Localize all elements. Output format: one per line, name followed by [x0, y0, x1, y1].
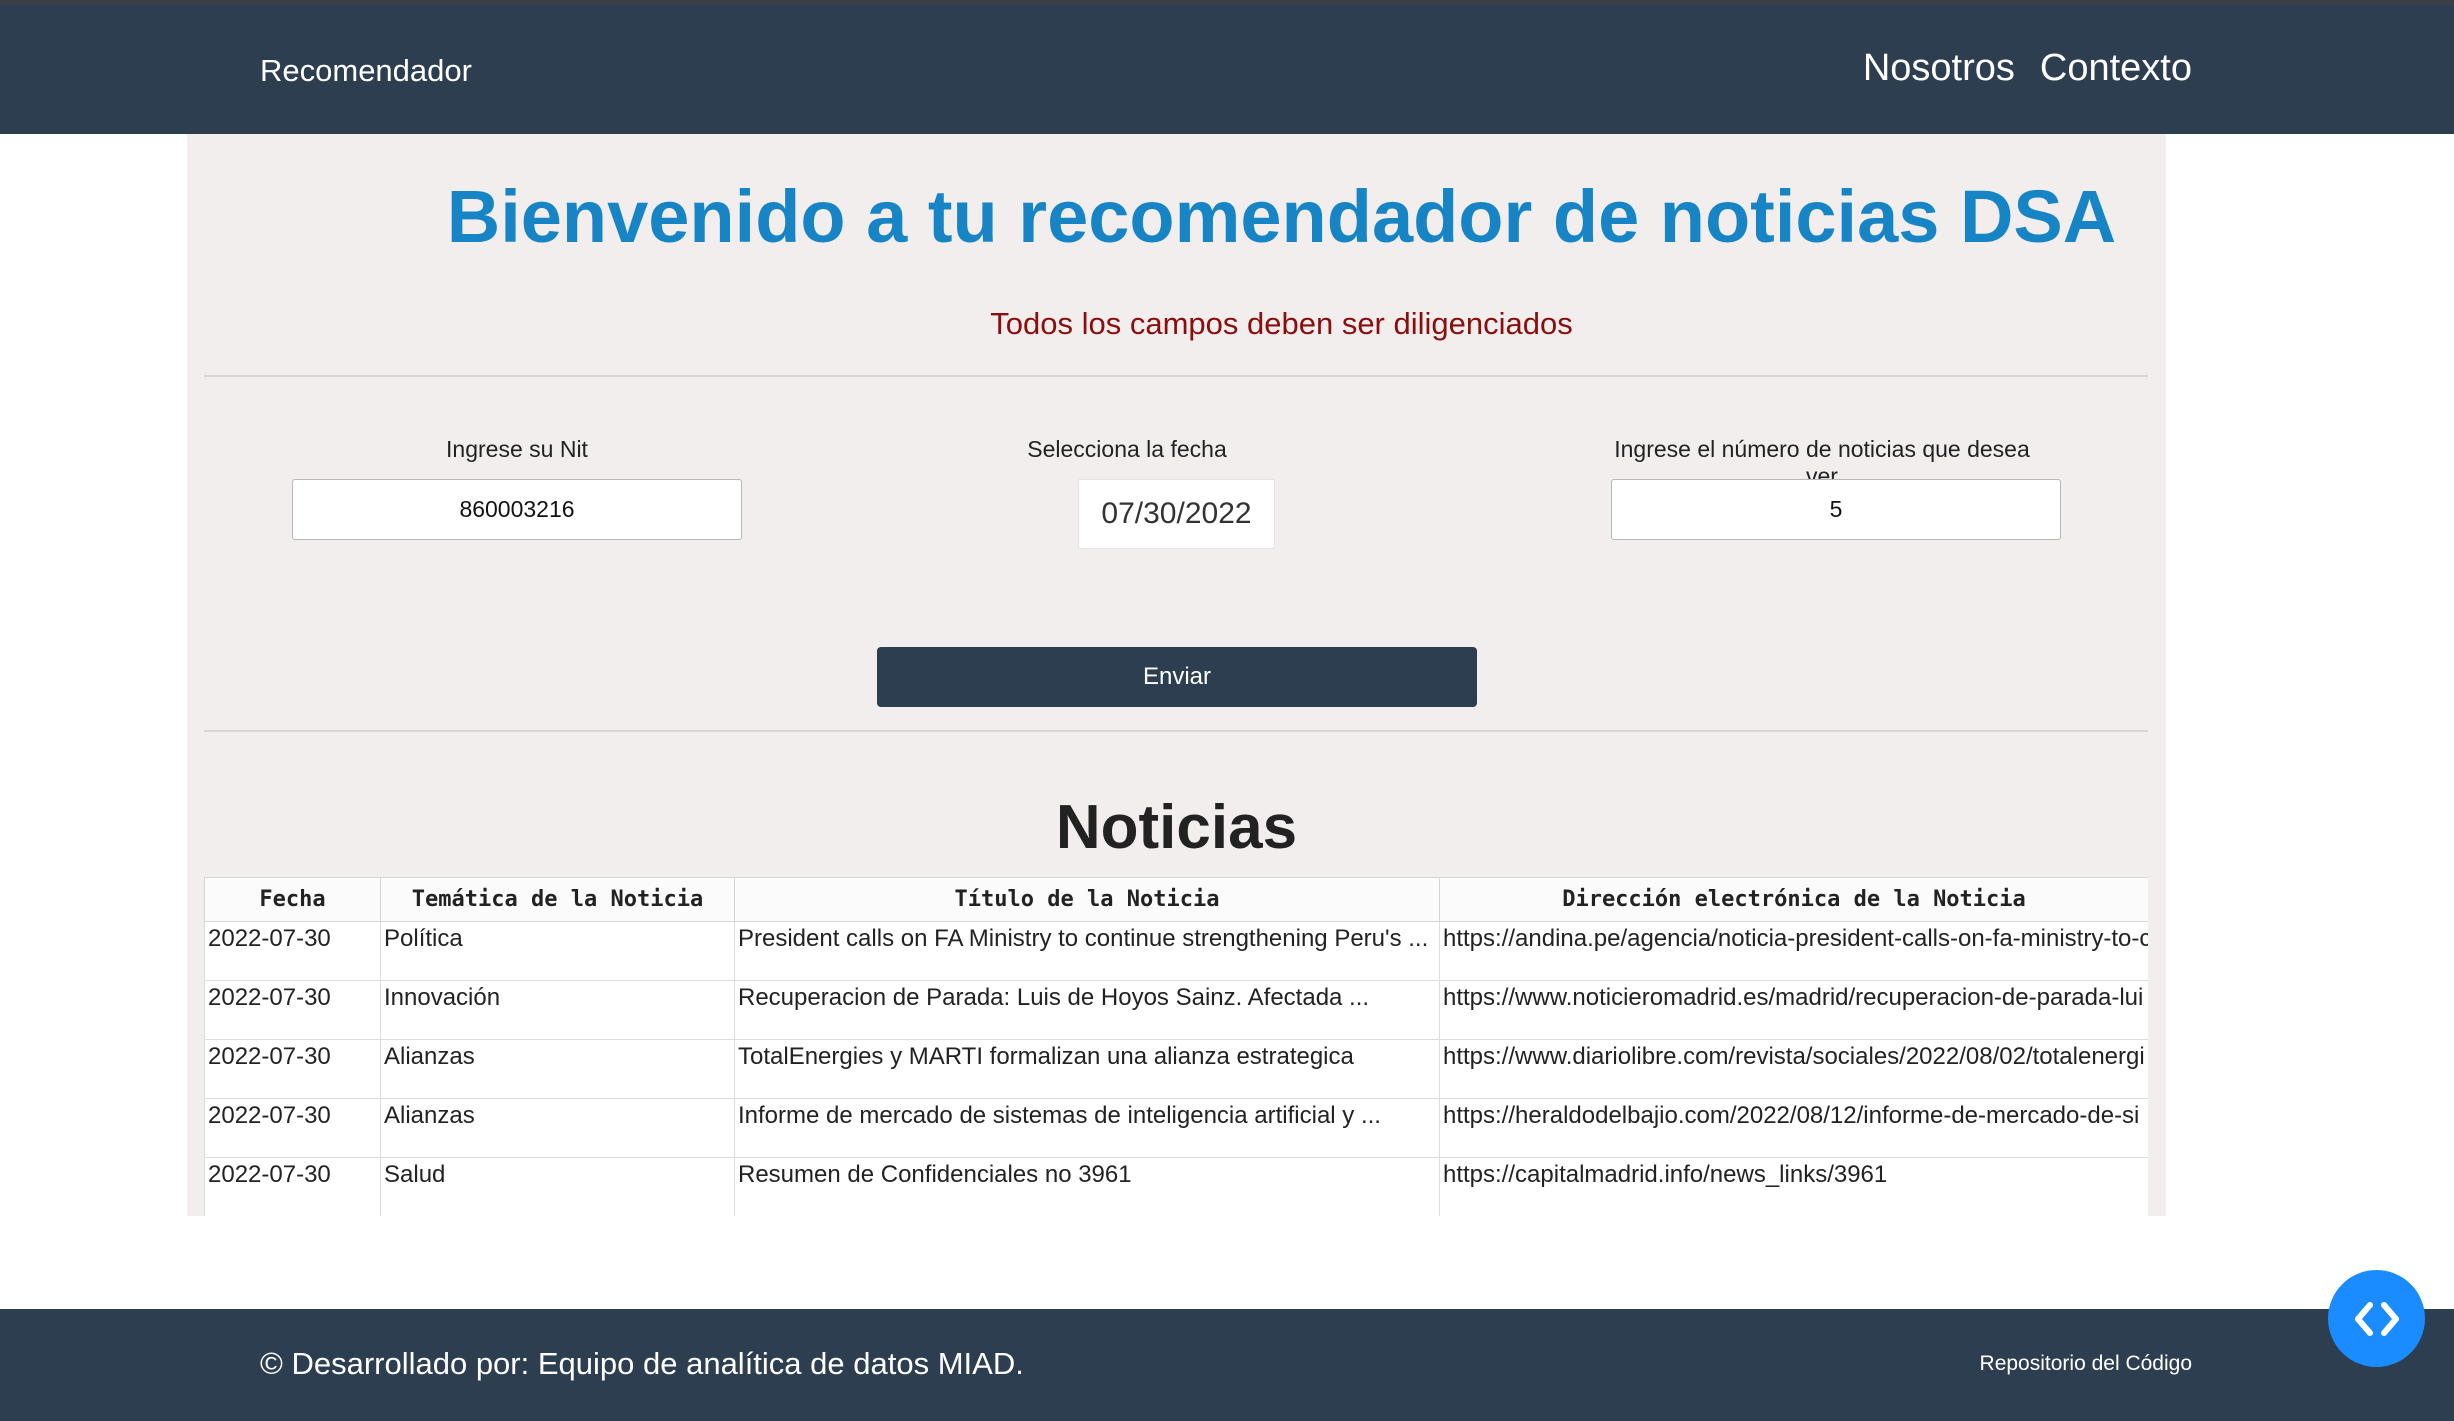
cell-date: 2022-07-30 — [204, 1157, 381, 1216]
column-header-direccion[interactable]: Dirección electrónica de la Noticia — [1439, 877, 2148, 922]
news-table: Fecha Temática de la Noticia Título de l… — [204, 877, 2148, 1216]
cell-date: 2022-07-30 — [204, 1098, 381, 1158]
page-title: Bienvenido a tu recomendador de noticias… — [446, 175, 2117, 258]
required-fields-notice: Todos los campos deben ser diligenciados — [990, 306, 1573, 341]
brand-link[interactable]: Recomendador — [260, 53, 472, 89]
code-brackets-icon — [2354, 1301, 2399, 1336]
cell-title: President calls on FA Ministry to contin… — [734, 921, 1440, 981]
cell-url[interactable]: https://heraldodelbajio.com/2022/08/12/i… — [1439, 1098, 2148, 1158]
news-count-input[interactable] — [1611, 479, 2061, 540]
cell-topic: Alianzas — [380, 1039, 735, 1099]
cell-date: 2022-07-30 — [204, 921, 381, 981]
nav-link-nosotros[interactable]: Nosotros — [1863, 47, 2015, 90]
table-row: 2022-07-30 Política President calls on F… — [204, 921, 2148, 981]
cell-topic: Política — [380, 921, 735, 981]
news-heading: Noticias — [1055, 793, 1298, 862]
cell-title: Informe de mercado de sistemas de inteli… — [734, 1098, 1440, 1158]
nit-label: Ingrese su Nit — [446, 436, 588, 462]
repo-link[interactable]: Repositorio del Código — [1980, 1352, 2192, 1376]
news-table-container[interactable]: Fecha Temática de la Noticia Título de l… — [204, 877, 2148, 1216]
table-header-row: Fecha Temática de la Noticia Título de l… — [204, 877, 2148, 922]
footer: © Desarrollado por: Equipo de analítica … — [0, 1309, 2454, 1421]
main-panel: Bienvenido a tu recomendador de noticias… — [187, 134, 2166, 1216]
nit-input[interactable] — [292, 479, 742, 540]
divider — [204, 730, 2148, 732]
table-row: 2022-07-30 Alianzas TotalEnergies y MART… — [204, 1039, 2148, 1099]
cell-topic: Salud — [380, 1157, 735, 1216]
nav-link-contexto[interactable]: Contexto — [2040, 47, 2192, 90]
code-toggle-button[interactable] — [2328, 1270, 2425, 1367]
cell-url[interactable]: https://www.noticieromadrid.es/madrid/re… — [1439, 980, 2148, 1040]
date-input[interactable] — [1078, 479, 1275, 549]
column-header-titulo[interactable]: Título de la Noticia — [734, 877, 1440, 922]
cell-title: Recuperacion de Parada: Luis de Hoyos Sa… — [734, 980, 1440, 1040]
column-header-tematica[interactable]: Temática de la Noticia — [380, 877, 735, 922]
column-header-fecha[interactable]: Fecha — [204, 877, 381, 922]
nav-links: Nosotros Contexto — [1863, 47, 2192, 90]
navbar: Recomendador Nosotros Contexto — [0, 5, 2454, 134]
cell-url[interactable]: https://www.diariolibre.com/revista/soci… — [1439, 1039, 2148, 1099]
cell-date: 2022-07-30 — [204, 980, 381, 1040]
cell-url[interactable]: https://andina.pe/agencia/noticia-presid… — [1439, 921, 2148, 981]
date-label: Selecciona la fecha — [1027, 436, 1227, 462]
submit-button[interactable]: Enviar — [877, 647, 1477, 707]
footer-credit: © Desarrollado por: Equipo de analítica … — [260, 1346, 1024, 1381]
cell-title: TotalEnergies y MARTI formalizan una ali… — [734, 1039, 1440, 1099]
table-row: 2022-07-30 Alianzas Informe de mercado d… — [204, 1098, 2148, 1158]
cell-title: Resumen de Confidenciales no 3961 — [734, 1157, 1440, 1216]
cell-topic: Innovación — [380, 980, 735, 1040]
table-row: 2022-07-30 Salud Resumen de Confidencial… — [204, 1157, 2148, 1216]
cell-topic: Alianzas — [380, 1098, 735, 1158]
divider — [204, 375, 2148, 377]
table-row: 2022-07-30 Innovación Recuperacion de Pa… — [204, 980, 2148, 1040]
cell-url[interactable]: https://capitalmadrid.info/news_links/39… — [1439, 1157, 2148, 1216]
cell-date: 2022-07-30 — [204, 1039, 381, 1099]
